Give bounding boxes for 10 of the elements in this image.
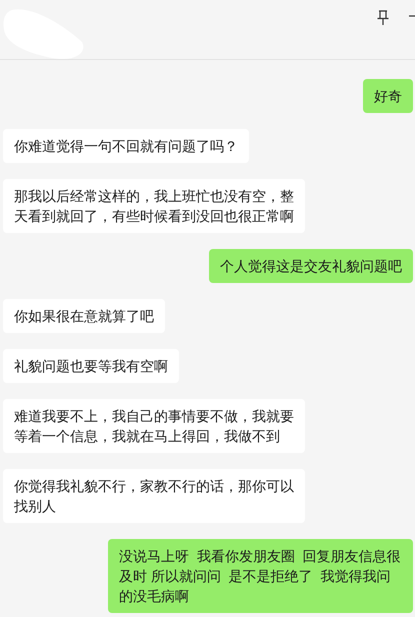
sent-message: 没说马上呀 我看你发朋友圈 回复朋友信息很及时 所以就问问 是不是拒绝了 我觉得我问的没毛病啊 [108,539,413,613]
received-message: 那我以后经常这样的，我上班忙也没有空，整天看到就回了，有些时候看到没回也很正常啊 [3,179,305,233]
received-message: 难道我要不上，我自己的事情要不做，我就要等着一个信息，我就在马上得回，我做不到 [3,399,305,453]
sent-message: 个人觉得这是交友礼貌问题吧 [209,249,413,283]
received-message: 你难道觉得一句不回就有问题了吗？ [3,129,249,163]
received-message: 你如果很在意就算了吧 [3,299,165,333]
received-message: 礼貌问题也要等我有空啊 [3,349,179,383]
received-message: 你觉得我礼貌不行，家教不行的话，那你可以找别人 [3,469,305,523]
pin-icon[interactable] [377,10,389,26]
sent-message: 好奇 [363,79,413,113]
